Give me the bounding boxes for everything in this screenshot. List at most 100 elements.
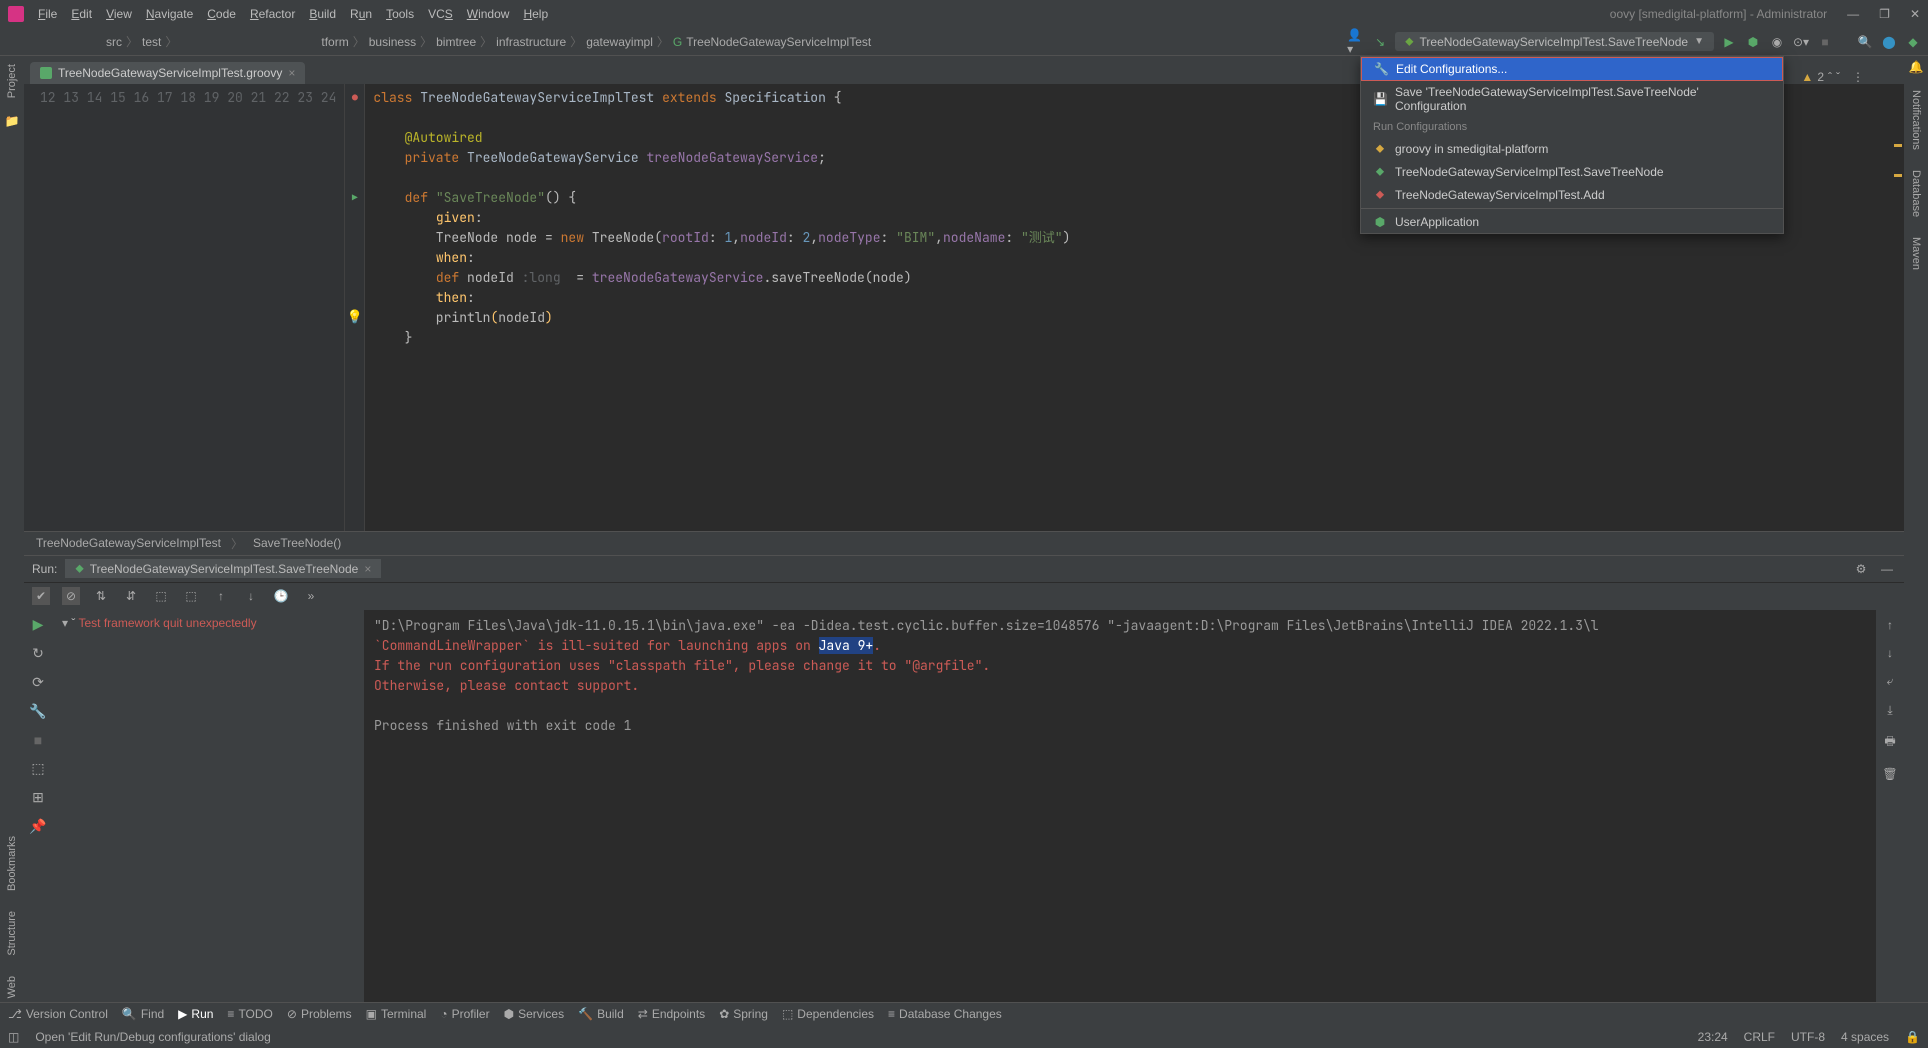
btab-services[interactable]: ⬢ Services (504, 1007, 565, 1021)
sort2-icon[interactable]: ⇵ (122, 587, 140, 605)
btab-dependencies[interactable]: ⬚ Dependencies (782, 1007, 874, 1021)
run-test-icon[interactable]: ▶ (345, 188, 364, 208)
more-icon[interactable]: » (302, 587, 320, 605)
run-line-icon[interactable]: ● (345, 88, 364, 108)
pin-icon[interactable]: 📌 (29, 818, 46, 835)
status-eol[interactable]: CRLF (1744, 1030, 1775, 1044)
coverage-icon[interactable]: ◉ (1768, 33, 1786, 51)
status-encoding[interactable]: UTF-8 (1791, 1030, 1825, 1044)
prev-highlight-icon[interactable]: ˆ (1828, 70, 1832, 84)
btab-endpoints[interactable]: ⇄ Endpoints (638, 1007, 705, 1021)
expand-icon[interactable]: ⬚ (152, 587, 170, 605)
menu-edit[interactable]: Edit (65, 5, 98, 23)
menu-help[interactable]: Help (517, 5, 554, 23)
status-indent[interactable]: 4 spaces (1841, 1030, 1889, 1044)
nav-bimtree[interactable]: bimtree (436, 35, 476, 49)
layout-icon[interactable]: ⊞ (32, 789, 44, 806)
run-settings-icon[interactable]: ⚙ (1852, 560, 1870, 578)
dump-icon[interactable]: ⬚ (31, 760, 44, 777)
dropdown-item-add[interactable]: ⬥ TreeNodeGatewayServiceImplTest.Add (1361, 183, 1783, 206)
dropdown-save-config[interactable]: 💾 Save 'TreeNodeGatewayServiceImplTest.S… (1361, 81, 1783, 117)
menu-view[interactable]: View (100, 5, 138, 23)
bell-icon[interactable]: 🔔 (1909, 60, 1924, 74)
toggle-auto-icon[interactable]: ⟳ (32, 674, 44, 691)
test-history-icon[interactable]: 🕒 (272, 587, 290, 605)
show-ignored-icon[interactable]: ⊘ (62, 587, 80, 605)
search-icon[interactable]: 🔍 (1856, 33, 1874, 51)
rerun-icon[interactable]: ▶ (33, 616, 44, 633)
nav-test[interactable]: test (142, 35, 161, 49)
btab-vcs[interactable]: ⎇ Version Control (8, 1007, 108, 1021)
dropdown-edit-configurations[interactable]: 🔧 Edit Configurations... (1361, 57, 1783, 81)
minimize-icon[interactable]: — (1847, 7, 1859, 21)
wrench2-icon[interactable]: 🔧 (29, 703, 46, 720)
show-passed-icon[interactable]: ✔ (32, 587, 50, 605)
console-output[interactable]: "D:\Program Files\Java\jdk-11.0.15.1\bin… (364, 610, 1876, 1003)
menu-run[interactable]: Run (344, 5, 378, 23)
profile-icon[interactable]: ⊙▾ (1792, 33, 1810, 51)
up-icon[interactable]: ↑ (1887, 618, 1893, 632)
run-tab[interactable]: ⬥ TreeNodeGatewayServiceImplTest.SaveTre… (65, 559, 381, 578)
btab-build[interactable]: 🔨 Build (578, 1007, 624, 1021)
run-hide-icon[interactable]: — (1878, 560, 1896, 578)
menu-navigate[interactable]: Navigate (140, 5, 199, 23)
bulb-icon[interactable]: 💡 (345, 308, 364, 328)
nav-business[interactable]: business (369, 35, 416, 49)
btab-find[interactable]: 🔍 Find (122, 1007, 164, 1021)
close-run-tab-icon[interactable]: × (364, 562, 371, 576)
editor-crumb-method[interactable]: SaveTreeNode() (253, 536, 341, 550)
tab-bookmarks[interactable]: Bookmarks (4, 832, 20, 895)
menu-refactor[interactable]: Refactor (244, 5, 301, 23)
editor-more-icon[interactable]: ⋮ (1852, 70, 1864, 84)
stop-icon[interactable]: ■ (1816, 33, 1834, 51)
menu-build[interactable]: Build (303, 5, 342, 23)
dropdown-item-groovy[interactable]: ⬥ groovy in smedigital-platform (1361, 137, 1783, 160)
menu-tools[interactable]: Tools (380, 5, 420, 23)
btab-problems[interactable]: ⊘ Problems (287, 1007, 352, 1021)
next-icon[interactable]: ↓ (242, 587, 260, 605)
btab-run[interactable]: ▶ Run (178, 1007, 213, 1021)
nav-gatewayimpl[interactable]: gatewayimpl (586, 35, 653, 49)
ide-settings-icon[interactable]: ◆ (1904, 33, 1922, 51)
menu-vcs[interactable]: VCS (422, 5, 459, 23)
stop2-icon[interactable]: ■ (34, 732, 42, 748)
tab-web[interactable]: Web (4, 972, 20, 1002)
btab-dbchanges[interactable]: ≡ Database Changes (888, 1007, 1002, 1021)
menu-window[interactable]: Window (461, 5, 516, 23)
tab-notifications[interactable]: Notifications (1908, 86, 1924, 154)
tab-project[interactable]: Project (4, 60, 20, 102)
nav-current-file[interactable]: TreeNodeGatewayServiceImplTest (686, 35, 871, 49)
debug-icon[interactable]: ⬢ (1744, 33, 1762, 51)
close-icon[interactable]: ✕ (1910, 7, 1920, 21)
scroll-end-icon[interactable]: ⤓ (1887, 703, 1892, 718)
menu-file[interactable]: File (32, 5, 63, 23)
btab-terminal[interactable]: ▣ Terminal (366, 1007, 427, 1021)
next-highlight-icon[interactable]: ˇ (1836, 70, 1840, 84)
editor-tab[interactable]: TreeNodeGatewayServiceImplTest.groovy × (30, 62, 305, 84)
maximize-icon[interactable]: ❐ (1879, 7, 1890, 21)
warning-icon[interactable]: ▲ (1801, 70, 1813, 84)
menu-code[interactable]: Code (201, 5, 242, 23)
btab-profiler[interactable]: ◔ Profiler (440, 1007, 489, 1021)
rerun-failed-icon[interactable]: ↻ (32, 645, 44, 662)
nav-platform[interactable]: tform (321, 35, 348, 49)
run-config-selector[interactable]: ⬥ TreeNodeGatewayServiceImplTest.SaveTre… (1395, 32, 1714, 51)
dropdown-item-savetreenode[interactable]: ⬥ TreeNodeGatewayServiceImplTest.SaveTre… (1361, 160, 1783, 183)
ide-update-icon[interactable]: ⬤ (1880, 33, 1898, 51)
nav-src[interactable]: src (106, 35, 122, 49)
soft-wrap-icon[interactable]: ⤶ (1887, 674, 1894, 689)
close-tab-icon[interactable]: × (288, 66, 295, 80)
tab-structure[interactable]: Structure (4, 907, 20, 960)
prev-icon[interactable]: ↑ (212, 587, 230, 605)
tab-maven[interactable]: Maven (1908, 233, 1924, 274)
tab-database[interactable]: Database (1908, 166, 1924, 221)
folder-icon[interactable]: 📁 (5, 114, 20, 128)
clear-icon[interactable]: 🗑 (1882, 767, 1897, 781)
editor-crumb-class[interactable]: TreeNodeGatewayServiceImplTest (36, 536, 221, 550)
build-hammer-icon[interactable]: ↘ (1371, 33, 1389, 51)
lock-icon[interactable]: 🔒 (1905, 1030, 1920, 1044)
print-icon[interactable]: 🖶 (1884, 732, 1895, 753)
tool-window-icon[interactable]: ◫ (8, 1030, 19, 1044)
nav-infrastructure[interactable]: infrastructure (496, 35, 566, 49)
run-icon[interactable]: ▶ (1720, 33, 1738, 51)
